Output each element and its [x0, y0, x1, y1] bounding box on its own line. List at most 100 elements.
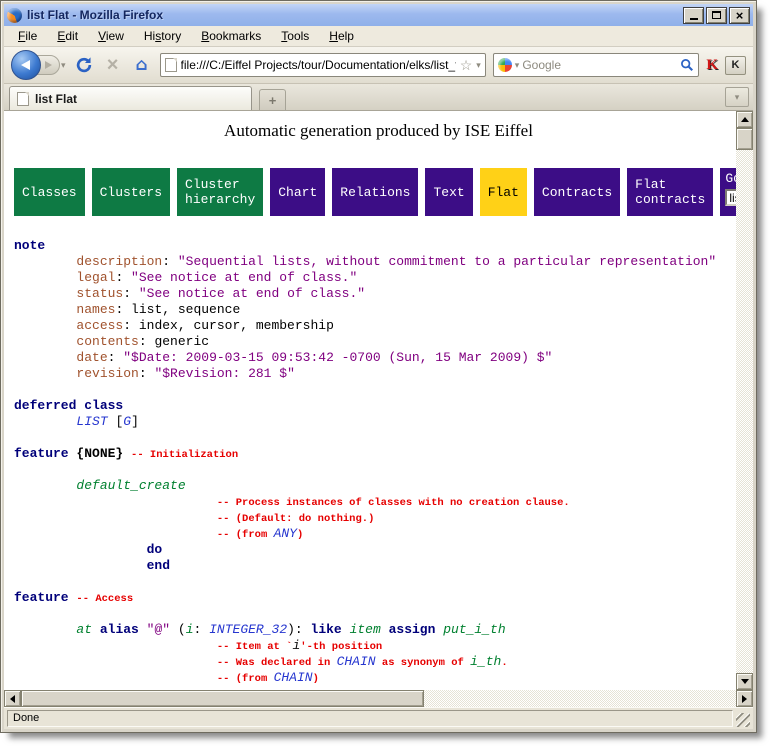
maximize-icon: [712, 11, 721, 19]
nav-button-flat-contracts[interactable]: Flat contracts: [627, 168, 713, 216]
menu-item-edit[interactable]: Edit: [47, 27, 88, 45]
stop-icon: ×: [107, 55, 119, 75]
scroll-left-button[interactable]: [4, 690, 21, 707]
vertical-scrollbar[interactable]: [736, 111, 753, 690]
firefox-window: list Flat - Mozilla Firefox × FileEditVi…: [0, 0, 757, 733]
window-controls: ×: [683, 7, 750, 24]
location-bar[interactable]: file:///C:/Eiffel Projects/tour/Document…: [160, 53, 486, 77]
forward-arrow-icon: [45, 61, 52, 69]
code-line: -- Process instances of classes with no …: [14, 494, 753, 510]
vertical-scroll-thumb[interactable]: [736, 128, 753, 150]
doc-nav-buttons: ClassesClustersCluster hierarchyChartRel…: [14, 168, 736, 216]
tab-list-dropdown-button[interactable]: ▾: [725, 87, 749, 107]
code-line: LIST [G]: [14, 414, 753, 430]
kaspersky-icon[interactable]: K: [706, 57, 718, 74]
code-line: at alias "@" (i: INTEGER_32): like item …: [14, 622, 753, 638]
tab-page-icon: [17, 92, 29, 106]
maximize-button[interactable]: [706, 7, 727, 24]
nav-button-flat[interactable]: Flat: [480, 168, 527, 216]
code-line: revision: "$Revision: 281 $": [14, 366, 753, 382]
up-arrow-icon: [741, 117, 749, 122]
nav-button-text[interactable]: Text: [425, 168, 472, 216]
bookmark-star-icon[interactable]: ☆: [460, 58, 473, 72]
horizontal-scroll-thumb[interactable]: [21, 690, 424, 707]
close-icon: ×: [736, 9, 744, 22]
code-line: status: "See notice at end of class.": [14, 286, 753, 302]
eiffel-source: note description: "Sequential lists, wit…: [14, 238, 753, 686]
code-line: description: "Sequential lists, without …: [14, 254, 753, 270]
window-title: list Flat - Mozilla Firefox: [27, 8, 678, 22]
back-button[interactable]: [11, 50, 41, 80]
code-line: [14, 430, 753, 446]
k-toolbar-button[interactable]: K: [725, 56, 746, 75]
url-text[interactable]: file:///C:/Eiffel Projects/tour/Document…: [181, 58, 456, 72]
nav-button-contracts[interactable]: Contracts: [534, 168, 620, 216]
search-input[interactable]: [522, 58, 677, 72]
code-line: feature -- Access: [14, 590, 753, 606]
resize-grip[interactable]: [736, 713, 750, 727]
menu-item-bookmarks[interactable]: Bookmarks: [191, 27, 271, 45]
title-bar[interactable]: list Flat - Mozilla Firefox ×: [4, 4, 753, 26]
minimize-icon: [690, 18, 698, 20]
code-line: [14, 574, 753, 590]
code-line: -- Item at `i'-th position: [14, 638, 753, 654]
code-line: -- (from ANY): [14, 526, 753, 542]
tab-title: list Flat: [35, 92, 77, 106]
reload-button[interactable]: [73, 53, 95, 77]
page-heading: Automatic generation produced by ISE Eif…: [4, 121, 753, 141]
search-bar[interactable]: ▾: [493, 53, 700, 77]
code-line: access: index, cursor, membership: [14, 318, 753, 334]
menu-item-view[interactable]: View: [88, 27, 134, 45]
code-line: end: [14, 558, 753, 574]
page-icon: [165, 58, 177, 72]
code-line: legal: "See notice at end of class.": [14, 270, 753, 286]
home-button[interactable]: ⌂: [131, 53, 153, 77]
stop-button[interactable]: ×: [102, 53, 124, 77]
firefox-icon: [7, 8, 22, 23]
scroll-up-button[interactable]: [736, 111, 753, 128]
navigation-toolbar: ▾ × ⌂ file:///C:/Eiffel Projects/tour/Do…: [4, 47, 753, 84]
status-text: Done: [7, 710, 733, 727]
nav-button-cluster-hierarchy[interactable]: Cluster hierarchy: [177, 168, 263, 216]
code-line: -- (Default: do nothing.): [14, 510, 753, 526]
down-arrow-icon: [741, 679, 749, 684]
history-dropdown-icon[interactable]: ▾: [61, 60, 66, 71]
new-tab-button[interactable]: +: [259, 89, 286, 110]
code-line: contents: generic: [14, 334, 753, 350]
minimize-button[interactable]: [683, 7, 704, 24]
code-line: [14, 462, 753, 478]
code-line: -- (from CHAIN): [14, 670, 753, 686]
close-button[interactable]: ×: [729, 7, 750, 24]
code-line: do: [14, 542, 753, 558]
left-arrow-icon: [10, 695, 15, 703]
menu-item-history[interactable]: History: [134, 27, 191, 45]
home-icon: ⌂: [135, 57, 147, 74]
history-navigation-cluster: ▾: [11, 50, 66, 80]
menu-item-tools[interactable]: Tools: [271, 27, 319, 45]
reload-icon: [75, 56, 93, 74]
code-line: [14, 382, 753, 398]
back-arrow-icon: [21, 60, 30, 70]
scroll-down-button[interactable]: [736, 673, 753, 690]
code-line: names: list, sequence: [14, 302, 753, 318]
code-line: feature {NONE} -- Initialization: [14, 446, 753, 462]
code-line: default_create: [14, 478, 753, 494]
code-line: -- Was declared in CHAIN as synonym of i…: [14, 654, 753, 670]
horizontal-scrollbar[interactable]: [4, 690, 753, 707]
urlbar-dropdown-icon[interactable]: ▾: [476, 60, 481, 71]
search-engine-dropdown-icon[interactable]: ▾: [515, 60, 520, 71]
code-line: deferred class: [14, 398, 753, 414]
nav-button-clusters[interactable]: Clusters: [92, 168, 170, 216]
nav-button-chart[interactable]: Chart: [270, 168, 325, 216]
tab-bar: list Flat + ▾: [4, 84, 753, 111]
nav-button-relations[interactable]: Relations: [332, 168, 418, 216]
nav-button-classes[interactable]: Classes: [14, 168, 85, 216]
scroll-right-button[interactable]: [736, 690, 753, 707]
menu-item-help[interactable]: Help: [319, 27, 364, 45]
menu-item-file[interactable]: File: [8, 27, 47, 45]
menu-bar: FileEditViewHistoryBookmarksToolsHelp: [4, 26, 753, 47]
search-magnifier-icon[interactable]: [680, 58, 694, 72]
tab-list-flat[interactable]: list Flat: [9, 86, 252, 110]
code-line: [14, 606, 753, 622]
code-line: note: [14, 238, 753, 254]
